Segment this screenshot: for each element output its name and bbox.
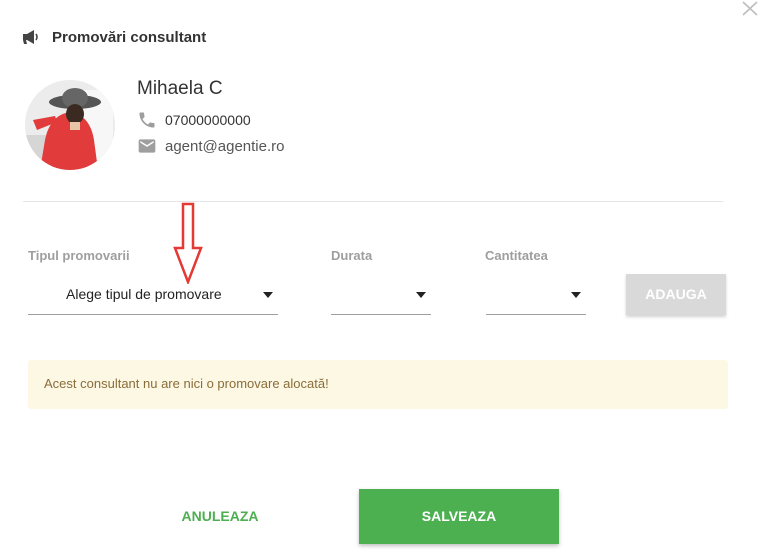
- divider: [23, 201, 723, 202]
- quantity-select[interactable]: [486, 280, 586, 315]
- phone-icon: [137, 110, 157, 130]
- promotion-type-value: Alege tipul de promovare: [66, 286, 222, 302]
- agent-email: agent@agentie.ro: [165, 137, 285, 155]
- caret-down-icon: [416, 292, 426, 298]
- save-button[interactable]: SALVEAZA: [359, 489, 559, 544]
- dialog-header: Promovări consultant: [22, 26, 206, 48]
- annotation-arrow-icon: [173, 202, 203, 284]
- envelope-icon: [137, 136, 157, 156]
- dialog-title: Promovări consultant: [52, 28, 207, 46]
- agent-name: Mihaela C: [137, 78, 223, 99]
- close-icon: [742, 1, 758, 16]
- agent-phone-row: 07000000000: [137, 110, 251, 130]
- quantity-label: Cantitatea: [485, 248, 548, 263]
- promotion-type-label: Tipul promovarii: [28, 248, 130, 263]
- close-button[interactable]: [740, 0, 760, 18]
- caret-down-icon: [571, 292, 581, 298]
- alert-message: Acest consultant nu are nici o promovare…: [44, 376, 329, 391]
- agent-phone: 07000000000: [165, 112, 251, 128]
- duration-label: Durata: [331, 248, 373, 263]
- cancel-button[interactable]: ANULEAZA: [170, 498, 270, 534]
- agent-email-row: agent@agentie.ro: [137, 136, 284, 156]
- megaphone-icon: [22, 28, 42, 46]
- caret-down-icon: [263, 292, 273, 298]
- add-button[interactable]: ADAUGA: [626, 274, 726, 315]
- no-promotion-alert: Acest consultant nu are nici o promovare…: [28, 360, 728, 409]
- duration-select[interactable]: [331, 280, 431, 315]
- avatar: [25, 80, 115, 170]
- promotion-type-select[interactable]: Alege tipul de promovare: [28, 280, 278, 315]
